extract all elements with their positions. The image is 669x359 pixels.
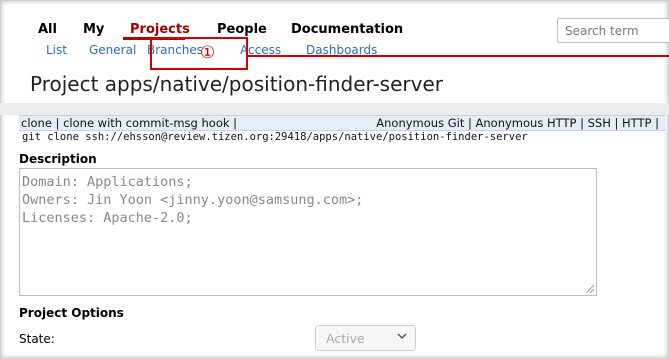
- project-options-label: Project Options: [19, 306, 124, 320]
- highlight-box: [150, 37, 248, 70]
- state-select-value: Active: [326, 331, 365, 346]
- nav-all[interactable]: All: [38, 22, 57, 37]
- clone-protocol-links[interactable]: Anonymous Git | Anonymous HTTP | SSH | H…: [376, 116, 659, 130]
- state-select[interactable]: Active: [315, 325, 416, 351]
- page-title: Project apps/native/position-finder-serv…: [30, 72, 443, 96]
- nav-documentation[interactable]: Documentation: [291, 22, 403, 37]
- description-line: Licenses: Apache-2.0;: [22, 210, 193, 226]
- description-label: Description: [19, 152, 97, 166]
- highlight-callout-line: [248, 55, 669, 57]
- nav-people[interactable]: People: [217, 22, 267, 37]
- clone-options-bar: clone | clone with commit-msg hook | Ano…: [19, 115, 665, 131]
- description-line: Owners: Jin Yoon <jinny.yoon@samsung.com…: [22, 192, 364, 208]
- nav-my[interactable]: My: [83, 22, 104, 37]
- search-input[interactable]: Search term: [557, 18, 669, 43]
- state-label: State:: [19, 332, 55, 346]
- clone-command[interactable]: git clone ssh://ehsson@review.tizen.org:…: [22, 131, 528, 143]
- description-textarea[interactable]: Domain: Applications; Owners: Jin Yoon <…: [19, 168, 597, 296]
- clone-type-links[interactable]: clone | clone with commit-msg hook |: [21, 116, 237, 130]
- subnav-list[interactable]: List: [46, 43, 67, 57]
- resize-grip-icon[interactable]: [584, 283, 594, 293]
- description-line: Domain: Applications;: [22, 174, 193, 190]
- subnav-general[interactable]: General: [89, 43, 136, 57]
- chevron-down-icon: [397, 331, 407, 344]
- annotation-marker: ①: [200, 43, 216, 63]
- divider-band: [0, 103, 669, 115]
- nav-projects[interactable]: Projects: [130, 22, 190, 37]
